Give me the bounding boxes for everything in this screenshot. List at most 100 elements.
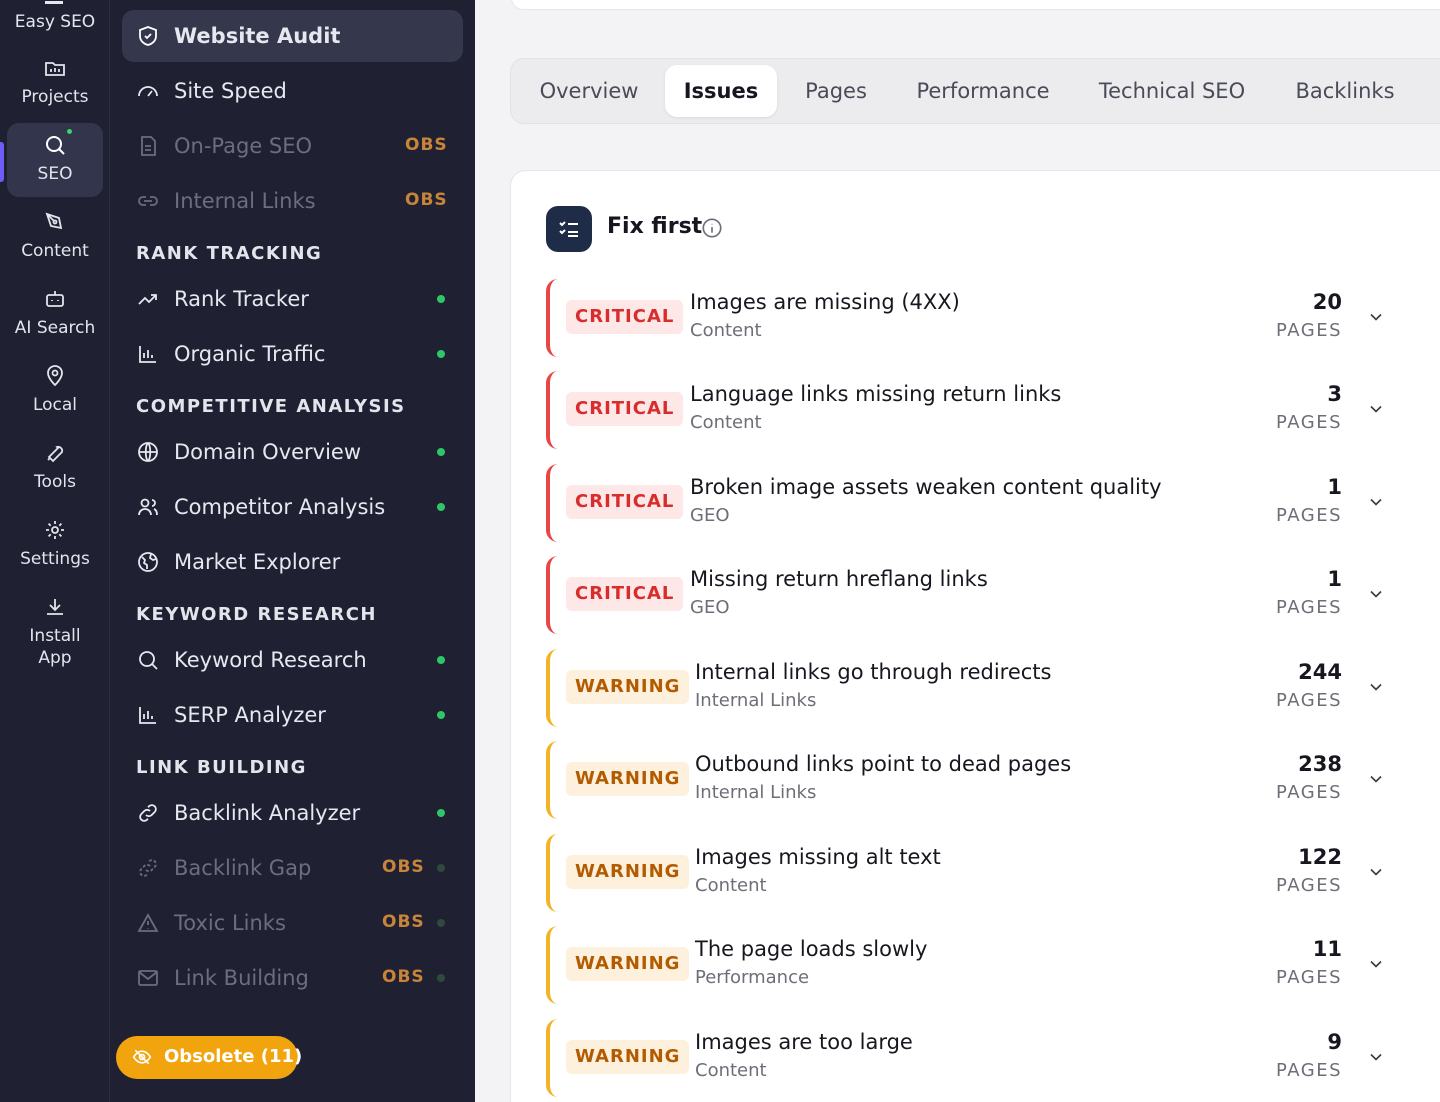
chevron-down-icon[interactable] — [1366, 769, 1386, 789]
issue-category: Content — [690, 320, 762, 341]
issue-count: 9 — [1327, 1030, 1342, 1054]
tab-technical-seo[interactable]: Technical SEO — [1091, 65, 1253, 117]
severity-bar — [546, 279, 558, 357]
severity-bar — [546, 371, 558, 449]
rail-item-local[interactable]: Local — [7, 354, 103, 428]
sidebar-item-serp-analyzer[interactable]: SERP Analyzer — [122, 689, 463, 741]
gear-icon — [46, 521, 64, 539]
status-dot — [437, 295, 445, 303]
sidebar-item-domain-overview[interactable]: Domain Overview — [122, 426, 463, 478]
issue-count: 3 — [1327, 382, 1342, 406]
download-icon — [47, 599, 63, 615]
brand-mark-icon — [45, 0, 63, 4]
issue-count: 11 — [1312, 937, 1342, 961]
severity-bar — [546, 741, 558, 819]
tab-bar: Overview Issues Pages Performance Techni… — [510, 58, 1440, 124]
severity-bar — [546, 1019, 558, 1097]
issue-row[interactable]: WARNING Images are too large Content 9 P… — [546, 1019, 1406, 1097]
sidebar-item-backlink-gap[interactable]: Backlink Gap OBS — [122, 842, 463, 894]
sidebar-item-keyword-research[interactable]: Keyword Research — [122, 634, 463, 686]
severity-bar — [546, 556, 558, 634]
sidebar-item-link-building[interactable]: Link Building OBS — [122, 952, 463, 1004]
issue-unit: PAGES — [1276, 875, 1342, 896]
link-icon — [138, 196, 158, 206]
sidebar-item-internal-links[interactable]: Internal Links OBS — [122, 175, 463, 227]
severity-badge: CRITICAL — [566, 485, 684, 519]
section-heading-keyword-research: KEYWORD RESEARCH — [136, 604, 377, 625]
sidebar-item-on-page-seo[interactable]: On-Page SEO OBS — [122, 120, 463, 172]
severity-badge: CRITICAL — [566, 392, 684, 426]
chevron-down-icon[interactable] — [1366, 1047, 1386, 1067]
sidebar-item-organic-traffic[interactable]: Organic Traffic — [122, 328, 463, 380]
issue-row[interactable]: WARNING Internal links go through redire… — [546, 649, 1406, 727]
sidebar-item-label: Toxic Links — [174, 911, 286, 935]
status-dot — [65, 127, 74, 136]
sidebar-item-label: Internal Links — [174, 189, 316, 213]
issue-row[interactable]: CRITICAL Language links missing return l… — [546, 371, 1406, 449]
issue-row[interactable]: WARNING The page loads slowly Performanc… — [546, 926, 1406, 1004]
obsolete-button-label: Obsolete (11) — [164, 1046, 303, 1067]
rail-item-install-app[interactable]: Install App — [7, 585, 103, 675]
tab-pages[interactable]: Pages — [795, 65, 877, 117]
issue-unit: PAGES — [1276, 782, 1342, 803]
chevron-down-icon[interactable] — [1366, 862, 1386, 882]
chevron-down-icon[interactable] — [1366, 954, 1386, 974]
users-icon — [138, 498, 158, 516]
tab-backlinks[interactable]: Backlinks — [1287, 65, 1403, 117]
rail-item-seo[interactable]: SEO — [7, 123, 103, 197]
sidebar-item-site-speed[interactable]: Site Speed — [122, 65, 463, 117]
issue-count: 20 — [1312, 290, 1342, 314]
sidebar-item-rank-tracker[interactable]: Rank Tracker — [122, 273, 463, 325]
issue-category: GEO — [690, 597, 730, 618]
issue-row[interactable]: CRITICAL Missing return hreflang links G… — [546, 556, 1406, 634]
rail-item-settings[interactable]: Settings — [7, 508, 103, 582]
status-dot — [437, 448, 445, 456]
tab-overview[interactable]: Overview — [529, 65, 649, 117]
tab-performance[interactable]: Performance — [907, 65, 1059, 117]
issue-title: Missing return hreflang links — [690, 567, 988, 591]
info-icon[interactable] — [701, 217, 723, 239]
issue-title: Internal links go through redirects — [695, 660, 1052, 684]
issue-row[interactable]: CRITICAL Images are missing (4XX) Conten… — [546, 279, 1406, 357]
sidebar-item-market-explorer[interactable]: Market Explorer — [122, 536, 463, 588]
rail-item-tools[interactable]: Tools — [7, 431, 103, 505]
obsolete-badge: OBS — [382, 912, 425, 932]
sidebar-item-label: Organic Traffic — [174, 342, 326, 366]
sidebar-item-competitor-analysis[interactable]: Competitor Analysis — [122, 481, 463, 533]
sidebar-item-backlink-analyzer[interactable]: Backlink Analyzer — [122, 787, 463, 839]
location-pin-icon — [47, 365, 63, 387]
brand-logo[interactable]: Easy SEO — [0, 0, 110, 40]
tab-issues[interactable]: Issues — [665, 65, 777, 117]
broken-link-icon — [139, 859, 157, 877]
search-icon — [46, 136, 65, 155]
obsolete-badge: OBS — [382, 967, 425, 987]
chevron-down-icon[interactable] — [1366, 584, 1386, 604]
issue-row[interactable]: WARNING Images missing alt text Content … — [546, 834, 1406, 912]
severity-bar — [546, 464, 558, 542]
chevron-down-icon[interactable] — [1366, 677, 1386, 697]
issue-row[interactable]: WARNING Outbound links point to dead pag… — [546, 741, 1406, 819]
chevron-down-icon[interactable] — [1366, 307, 1386, 327]
issue-category: Content — [690, 412, 762, 433]
obsolete-toggle-button[interactable]: Obsolete (11) — [116, 1036, 302, 1079]
mail-icon — [138, 970, 158, 986]
severity-badge: WARNING — [566, 947, 690, 981]
sidebar-item-toxic-links[interactable]: Toxic Links OBS — [122, 897, 463, 949]
projects-icon — [45, 62, 65, 76]
sidebar-item-website-audit[interactable]: Website Audit — [122, 10, 463, 62]
issue-count: 1 — [1327, 475, 1342, 499]
issue-unit: PAGES — [1276, 505, 1342, 526]
rail-item-projects[interactable]: Projects — [7, 46, 103, 120]
chevron-down-icon[interactable] — [1366, 492, 1386, 512]
sidebar-item-label: Site Speed — [174, 79, 287, 103]
issue-category: Performance — [695, 967, 810, 988]
rail-item-ai-search[interactable]: AI Search — [7, 277, 103, 351]
issue-row[interactable]: CRITICAL Broken image assets weaken cont… — [546, 464, 1406, 542]
brand-label: Easy SEO — [14, 12, 96, 32]
rail-item-content[interactable]: Content — [7, 200, 103, 274]
severity-badge: WARNING — [566, 855, 690, 889]
robot-icon — [46, 291, 64, 307]
chevron-down-icon[interactable] — [1366, 399, 1386, 419]
shield-icon — [139, 26, 157, 46]
world-icon — [138, 552, 158, 572]
